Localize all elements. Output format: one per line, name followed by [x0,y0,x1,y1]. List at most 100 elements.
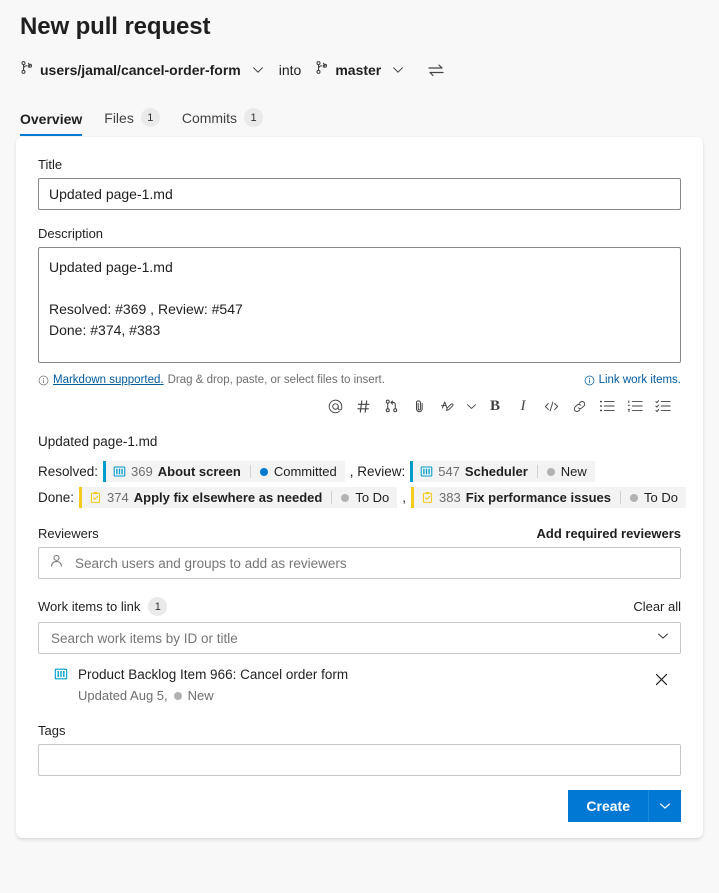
linked-work-item-content: Product Backlog Item 966: Cancel order f… [54,666,348,703]
product-backlog-item-icon [113,465,126,478]
pull-request-icon[interactable] [377,393,405,419]
into-label: into [278,62,302,78]
link-work-items-link[interactable]: Link work items. [584,374,681,386]
chevron-down-icon[interactable] [461,393,481,419]
linked-work-item-meta: Updated Aug 5, New [78,688,348,703]
work-items-header: Work items to link 1 Clear all [38,597,681,616]
work-item-title: Apply fix elsewhere as needed [133,490,323,505]
target-branch-name: master [335,62,382,78]
description-preview: Updated page-1.md Resolved: 369 About sc… [38,434,686,508]
bullet-list-icon[interactable] [593,393,621,419]
work-items-label-group: Work items to link 1 [38,597,168,616]
markdown-helper: Markdown supported. Drag & drop, paste, … [38,374,385,386]
divider [619,491,621,504]
work-item-title: Scheduler [464,464,528,479]
markdown-helper-text: Drag & drop, paste, or select files to i… [167,374,385,386]
code-icon[interactable] [537,393,565,419]
info-icon [584,375,595,386]
reviewers-search-field[interactable] [38,547,681,579]
description-field-block: Description Markdown supported. Drag & d… [38,226,681,386]
work-item-accent-bar [410,461,414,482]
divider [331,491,333,504]
title-field-block: Title [38,157,681,210]
attachment-icon[interactable] [405,393,433,419]
linked-work-item-row[interactable]: Product Backlog Item 966: Cancel order f… [38,654,681,713]
work-item-state: To Do [629,490,678,505]
page-header: New pull request users/jamal/cancel-orde… [0,0,719,136]
product-backlog-item-icon [54,667,68,686]
source-branch-name: users/jamal/cancel-order-form [40,62,241,78]
divider [536,465,538,478]
work-items-section: Work items to link 1 Clear all Product B… [38,597,681,713]
mention-icon[interactable] [321,393,349,419]
remove-work-item-button[interactable] [648,666,675,693]
clear-all-button[interactable]: Clear all [633,599,681,614]
tab-files-count: 1 [140,108,160,127]
work-item-chip[interactable]: 383 Fix performance issues To Do [411,487,686,508]
source-branch-selector[interactable]: users/jamal/cancel-order-form [20,60,265,80]
reviewers-section: Reviewers Add required reviewers [38,526,681,579]
chevron-down-icon[interactable] [656,629,670,648]
page-title: New pull request [20,13,211,40]
work-item-id: 547 [438,464,460,479]
italic-icon[interactable]: I [509,393,537,419]
work-item-title: Fix performance issues [465,490,611,505]
linked-work-item-title: Product Backlog Item 966: Cancel order f… [78,667,349,682]
person-icon [49,553,64,573]
create-options-chevron-down-icon[interactable] [649,790,681,822]
work-items-label: Work items to link [38,599,141,614]
branch-icon [20,60,34,80]
chevron-down-icon [251,63,265,77]
work-items-search-field[interactable] [38,622,681,654]
create-button[interactable]: Create [568,790,649,822]
work-item-chip[interactable]: 547 Scheduler New [410,461,595,482]
state-dot-icon [546,467,555,476]
swap-branches-icon[interactable] [427,63,445,77]
work-item-state-label: Committed [273,464,337,479]
preview-line: Resolved: 369 About screen Committed , R… [38,461,681,482]
target-branch-selector[interactable]: master [315,60,405,80]
preview-prefix: Resolved: [38,464,99,479]
tags-input[interactable] [38,744,681,776]
tags-label: Tags [38,723,66,738]
task-list-icon[interactable] [649,393,677,419]
highlight-icon[interactable] [433,393,461,419]
tab-overview[interactable]: Overview [20,111,83,136]
add-required-reviewers-button[interactable]: Add required reviewers [537,526,682,541]
tab-files[interactable]: Files 1 [104,108,160,136]
work-item-id: 374 [107,490,129,505]
description-textarea[interactable] [38,247,681,363]
description-label: Description [38,226,104,241]
branch-icon [315,60,329,80]
bold-icon[interactable]: B [481,393,509,419]
work-item-chip[interactable]: 374 Apply fix elsewhere as needed To Do [79,487,398,508]
tab-overview-label: Overview [20,111,83,127]
reviewers-search-input[interactable] [73,554,670,572]
work-item-id: 369 [131,464,153,479]
work-item-title: About screen [157,464,241,479]
work-items-search-input[interactable] [49,629,647,647]
work-items-count-badge: 1 [148,597,168,616]
work-item-accent-bar [103,461,107,482]
work-item-chip[interactable]: 369 About screen Committed [103,461,345,482]
divider [249,465,251,478]
numbered-list-icon[interactable] [621,393,649,419]
title-label: Title [38,157,63,172]
task-icon [421,491,434,504]
linked-work-item-state: New [187,688,214,703]
product-backlog-item-icon [420,465,433,478]
work-item-state: New [546,464,587,479]
work-item-hash-icon[interactable] [349,393,377,419]
work-item-id: 383 [439,490,461,505]
card-footer: Create [38,790,681,822]
task-icon [89,491,102,504]
reviewers-label: Reviewers [38,526,99,541]
markdown-supported-link[interactable]: Markdown supported. [53,374,164,386]
tab-commits-label: Commits [181,109,238,126]
link-icon[interactable] [565,393,593,419]
tab-commits-count: 1 [244,108,264,127]
work-item-state-label: New [560,464,587,479]
info-icon [38,375,49,386]
title-input[interactable] [38,178,681,210]
tab-commits[interactable]: Commits 1 [181,108,264,136]
